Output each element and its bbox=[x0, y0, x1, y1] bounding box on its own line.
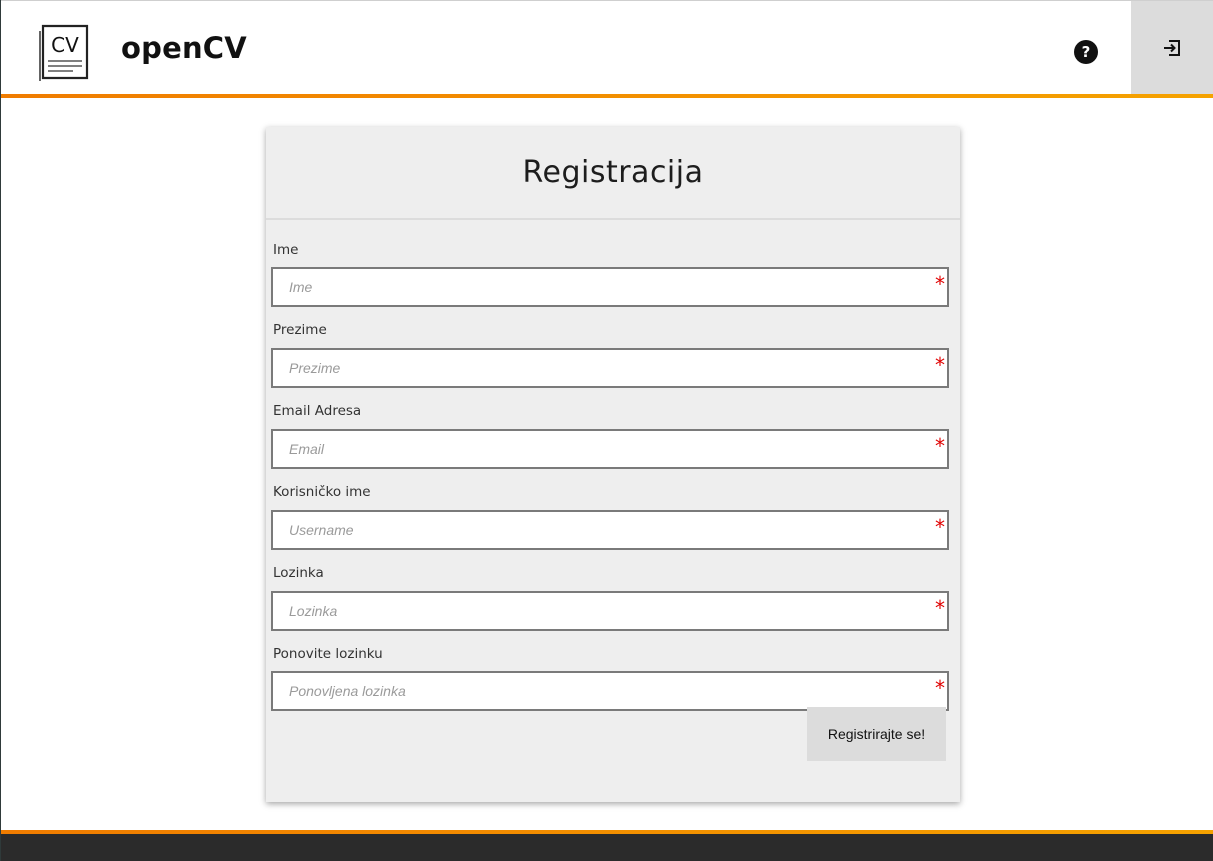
password-input[interactable] bbox=[271, 591, 949, 631]
confirm-password-label: Ponovite lozinku bbox=[273, 646, 383, 662]
login-button[interactable] bbox=[1131, 1, 1213, 94]
logo-text: CV bbox=[51, 33, 79, 57]
page-footer bbox=[1, 834, 1213, 861]
question-circle-icon: ? bbox=[1081, 43, 1091, 61]
email-input[interactable] bbox=[271, 429, 949, 469]
help-button[interactable]: ? bbox=[1074, 40, 1098, 64]
registration-card: Registracija Ime * Prezime * Email Adres… bbox=[266, 127, 960, 802]
password-label: Lozinka bbox=[273, 565, 324, 581]
email-required-mark: * bbox=[935, 434, 945, 458]
confirm-password-input[interactable] bbox=[271, 671, 949, 711]
cv-document-logo-icon[interactable]: CV bbox=[37, 23, 93, 81]
last-name-required-mark: * bbox=[935, 353, 945, 377]
first-name-required-mark: * bbox=[935, 272, 945, 296]
app-title[interactable]: openCV bbox=[121, 31, 247, 65]
first-name-label: Ime bbox=[273, 242, 299, 258]
username-required-mark: * bbox=[935, 515, 945, 539]
title-divider bbox=[266, 218, 960, 220]
password-required-mark: * bbox=[935, 596, 945, 620]
first-name-input[interactable] bbox=[271, 267, 949, 307]
sign-in-icon bbox=[1164, 39, 1180, 56]
email-label: Email Adresa bbox=[273, 403, 362, 419]
username-label: Korisničko ime bbox=[273, 484, 371, 500]
header-accent-bar bbox=[1, 94, 1213, 98]
confirm-password-required-mark: * bbox=[935, 676, 945, 700]
window-left-border bbox=[0, 0, 1, 861]
register-button[interactable]: Registrirajte se! bbox=[807, 707, 946, 761]
username-input[interactable] bbox=[271, 510, 949, 550]
app-header: CV openCV bbox=[1, 1, 1213, 94]
last-name-input[interactable] bbox=[271, 348, 949, 388]
last-name-label: Prezime bbox=[273, 322, 327, 338]
form-title: Registracija bbox=[522, 155, 704, 190]
